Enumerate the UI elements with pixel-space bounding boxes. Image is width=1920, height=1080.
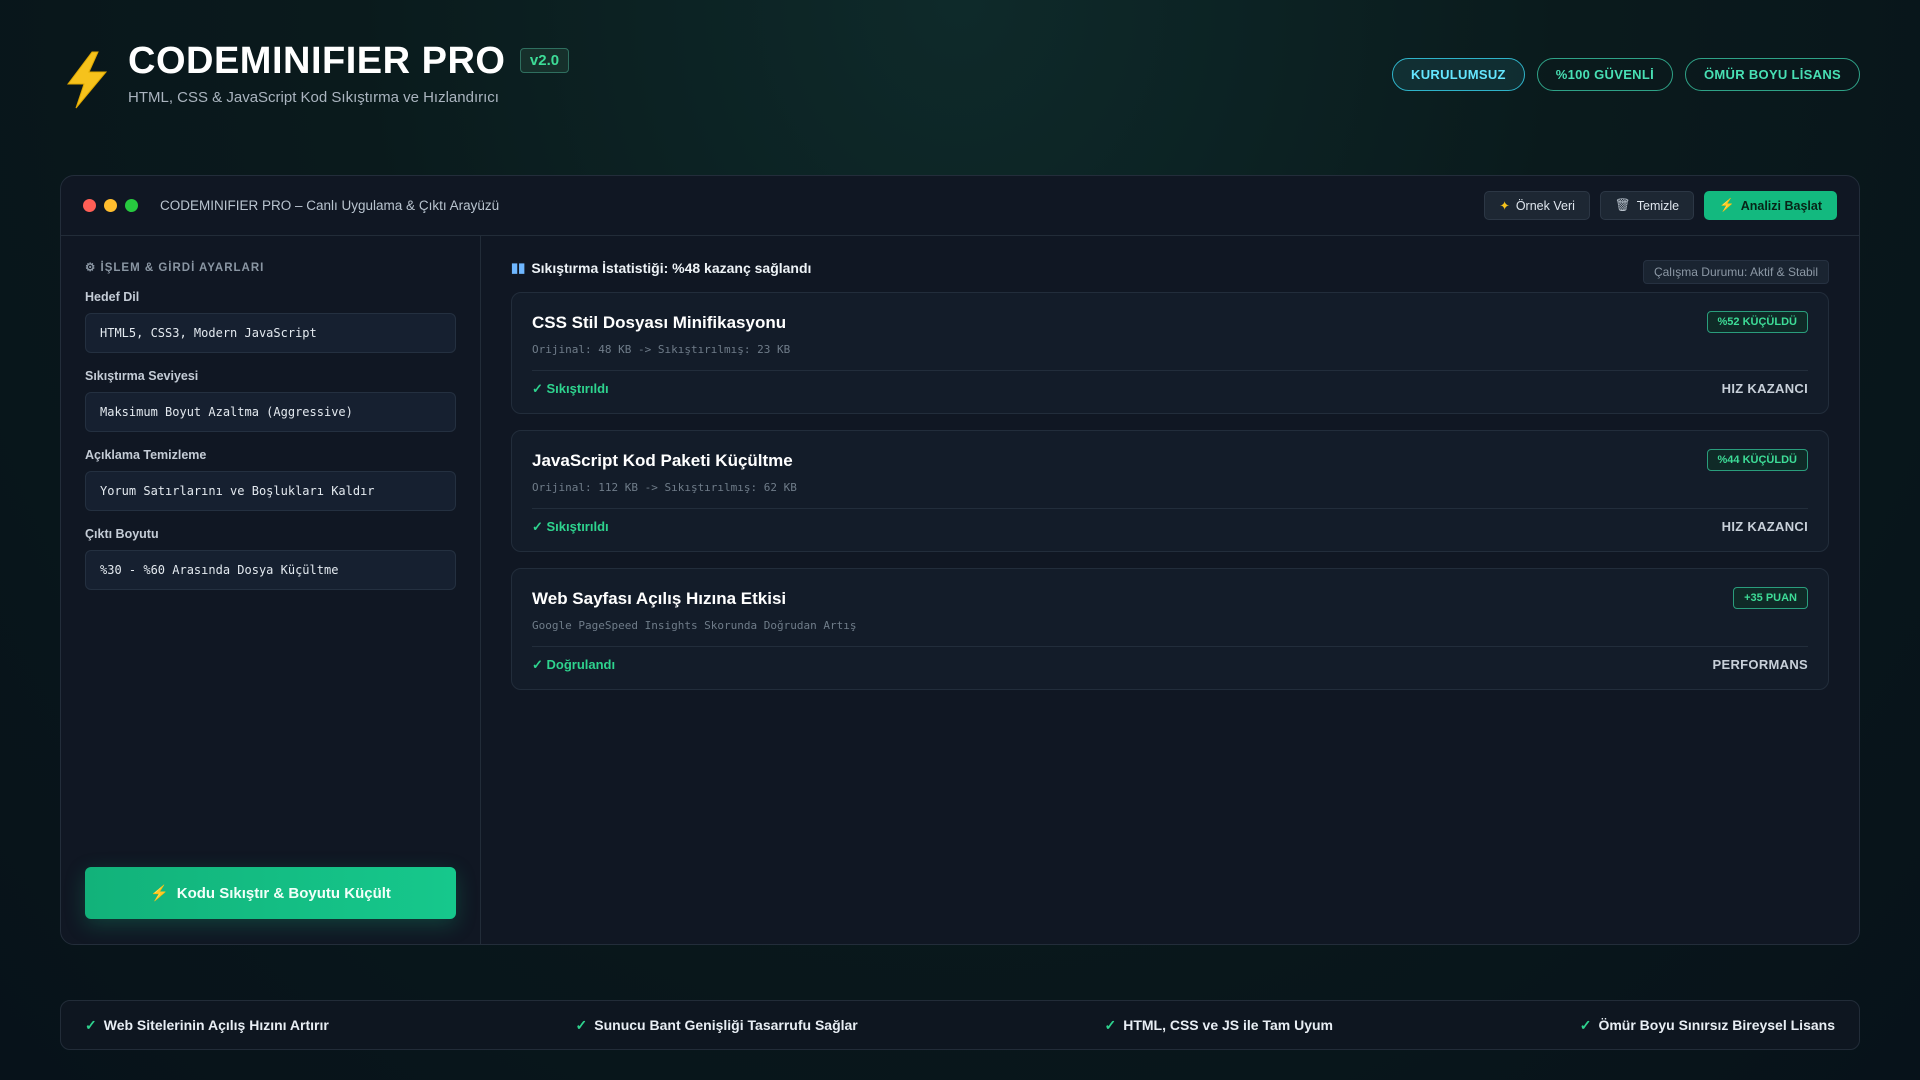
lightning-logo-icon	[67, 51, 108, 109]
app-title: CODEMINIFIER PRO	[128, 40, 506, 82]
brand-block: CODEMINIFIER PRO v2.0 HTML, CSS & JavaSc…	[128, 40, 570, 106]
minimize-dot-icon[interactable]	[104, 199, 117, 212]
target-language-label: Hedef Dil	[85, 290, 140, 304]
result-card[interactable]: Web Sayfası Açılış Hızına Etkisi Google …	[511, 568, 1829, 690]
sparkle-icon: ✦	[1499, 199, 1510, 213]
badge-secure[interactable]: %100 GÜVENLİ	[1536, 58, 1674, 91]
check-icon: ✓	[1579, 1016, 1592, 1033]
compression-level-label: Sıkıştırma Seviyesi	[85, 369, 199, 383]
reduction-badge: %44 KÜÇÜLDÜ	[1706, 449, 1808, 471]
version-badge: v2.0	[519, 48, 570, 73]
clear-button[interactable]: 🗑 Temizle	[1599, 191, 1695, 220]
card-subtitle: Orijinal: 112 KB -> Sıkıştırılmış: 62 KB	[532, 481, 797, 494]
reduction-badge: %52 KÜÇÜLDÜ	[1706, 311, 1808, 333]
card-divider	[532, 370, 1808, 371]
card-title: JavaScript Kod Paketi Küçültme	[532, 451, 793, 470]
sample-data-label: Örnek Veri	[1515, 198, 1575, 213]
check-icon: ✓	[575, 1016, 588, 1033]
comment-cleanup-label: Açıklama Temizleme	[85, 448, 207, 462]
feature-item: ✓ Web Sitelerinin Açılış Hızını Artırır	[85, 1017, 329, 1034]
window-titlebar: CODEMINIFIER PRO – Canlı Uygulama & Çıkt…	[61, 176, 1859, 236]
app-header: CODEMINIFIER PRO v2.0 HTML, CSS & JavaSc…	[62, 40, 1860, 120]
start-analysis-label: Analizi Başlat	[1740, 198, 1822, 213]
card-subtitle: Orijinal: 48 KB -> Sıkıştırılmış: 23 KB	[532, 343, 791, 356]
card-divider	[532, 646, 1808, 647]
feature-item: ✓ Sunucu Bant Genişliği Tasarrufu Sağlar	[576, 1017, 858, 1034]
feature-label: Ömür Boyu Sınırsız Bireysel Lisans	[1598, 1017, 1835, 1033]
lightning-icon: ⚡	[150, 885, 169, 902]
window-title: CODEMINIFIER PRO – Canlı Uygulama & Çıkt…	[160, 198, 500, 213]
card-tag: HIZ KAZANCI	[1721, 381, 1808, 396]
header-badges: KURULUMSUZ %100 GÜVENLİ ÖMÜR BOYU LİSANS	[1392, 58, 1860, 91]
score-badge: +35 PUAN	[1733, 587, 1808, 609]
comment-cleanup-field[interactable]: Yorum Satırlarını ve Boşlukları Kaldır	[85, 471, 456, 511]
card-tag: HIZ KAZANCI	[1721, 519, 1808, 534]
bar-chart-icon: ▮▮	[511, 260, 526, 275]
stats-heading: ▮▮ Sıkıştırma İstatistiği: %48 kazanç sa…	[511, 260, 1829, 276]
compress-code-button[interactable]: ⚡ Kodu Sıkıştır & Boyutu Küçült	[85, 867, 456, 919]
card-tag: PERFORMANS	[1712, 657, 1808, 672]
card-status: ✓ Sıkıştırıldı	[532, 381, 609, 396]
card-status: ✓ Doğrulandı	[532, 657, 616, 672]
feature-label: HTML, CSS ve JS ile Tam Uyum	[1123, 1017, 1333, 1033]
card-divider	[532, 508, 1808, 509]
clear-label: Temizle	[1636, 198, 1680, 213]
result-card[interactable]: JavaScript Kod Paketi Küçültme Orijinal:…	[511, 430, 1829, 552]
feature-label: Sunucu Bant Genişliği Tasarrufu Sağlar	[594, 1017, 858, 1033]
check-icon: ✓	[1104, 1016, 1117, 1033]
compression-level-field[interactable]: Maksimum Boyut Azaltma (Aggressive)	[85, 392, 456, 432]
start-analysis-button[interactable]: ⚡ Analizi Başlat	[1704, 191, 1837, 220]
lightning-icon: ⚡	[1719, 198, 1735, 212]
toolbar-actions: ✦ Örnek Veri 🗑 Temizle ⚡ Analizi Başlat	[1484, 191, 1837, 220]
output-size-label: Çıktı Boyutu	[85, 527, 159, 541]
badge-lifetime-license[interactable]: ÖMÜR BOYU LİSANS	[1685, 58, 1860, 91]
app-window: CODEMINIFIER PRO – Canlı Uygulama & Çıkt…	[60, 175, 1860, 945]
maximize-dot-icon[interactable]	[125, 199, 138, 212]
check-icon: ✓	[85, 1016, 97, 1033]
compress-code-label: Kodu Sıkıştır & Boyutu Küçült	[176, 884, 391, 902]
card-title: CSS Stil Dosyası Minifikasyonu	[532, 313, 787, 332]
settings-sidebar: ⚙ İŞLEM & GİRDİ AYARLARI Hedef Dil HTML5…	[61, 236, 481, 944]
output-size-field[interactable]: %30 - %60 Arasında Dosya Küçültme	[85, 550, 456, 590]
status-badge: Çalışma Durumu: Aktif & Stabil	[1642, 260, 1829, 284]
feature-item: ✓ HTML, CSS ve JS ile Tam Uyum	[1104, 1017, 1333, 1034]
badge-no-install[interactable]: KURULUMSUZ	[1392, 58, 1525, 91]
close-dot-icon[interactable]	[83, 199, 96, 212]
results-panel: ▮▮ Sıkıştırma İstatistiği: %48 kazanç sa…	[481, 236, 1859, 944]
target-language-field[interactable]: HTML5, CSS3, Modern JavaScript	[85, 313, 456, 353]
feature-label: Web Sitelerinin Açılış Hızını Artırır	[103, 1017, 329, 1033]
card-title: Web Sayfası Açılış Hızına Etkisi	[532, 589, 787, 608]
trash-icon: 🗑	[1614, 198, 1631, 212]
stats-text: Sıkıştırma İstatistiği: %48 kazanç sağla…	[531, 260, 812, 276]
app-subtitle: HTML, CSS & JavaScript Kod Sıkıştırma ve…	[128, 89, 499, 106]
sample-data-button[interactable]: ✦ Örnek Veri	[1484, 191, 1590, 220]
result-card[interactable]: CSS Stil Dosyası Minifikasyonu Orijinal:…	[511, 292, 1829, 414]
feature-footer: ✓ Web Sitelerinin Açılış Hızını Artırır …	[60, 1000, 1860, 1050]
card-status: ✓ Sıkıştırıldı	[532, 519, 609, 534]
settings-section-title: ⚙ İŞLEM & GİRDİ AYARLARI	[85, 262, 265, 274]
card-subtitle: Google PageSpeed Insights Skorunda Doğru…	[532, 619, 857, 632]
feature-item: ✓ Ömür Boyu Sınırsız Bireysel Lisans	[1580, 1017, 1835, 1034]
